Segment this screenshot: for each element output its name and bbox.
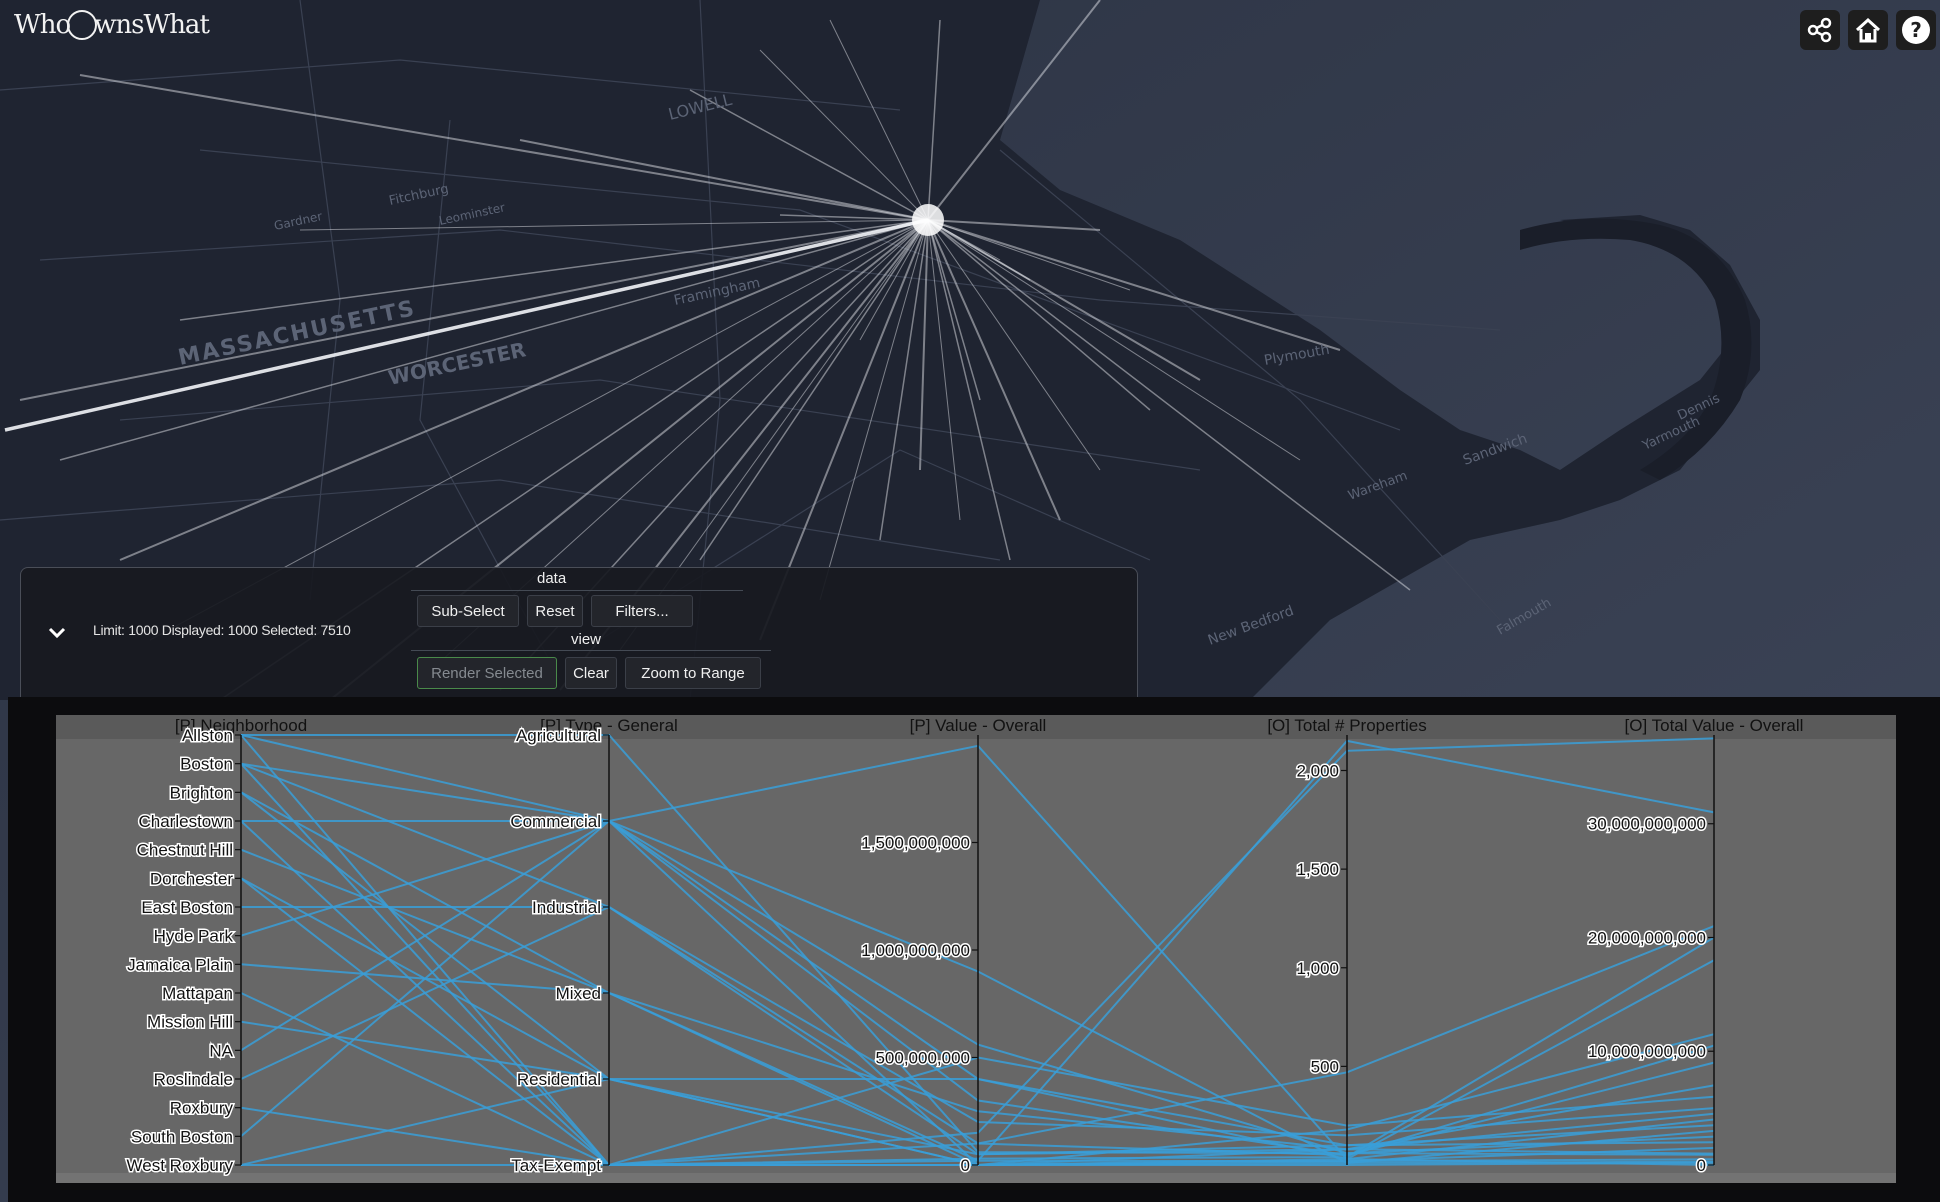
tick-label: Mattapan — [162, 984, 233, 1003]
tick-label: 500 — [1311, 1057, 1339, 1076]
tick-label: 30,000,000,000 — [1588, 815, 1706, 834]
reset-button[interactable]: Reset — [527, 595, 583, 627]
tick-label: 1,000 — [1296, 959, 1339, 978]
footer-band — [56, 1173, 1896, 1183]
render-selected-button[interactable]: Render Selected — [417, 657, 557, 689]
tick-label: Tax-Exempt — [511, 1156, 601, 1175]
app-logo[interactable]: Who wnsWhat — [14, 10, 210, 40]
top-toolbar: ? — [1800, 10, 1936, 50]
tick-label: Dorchester — [150, 869, 233, 888]
tick-label: South Boston — [131, 1127, 233, 1146]
tick-label: Allston — [182, 726, 233, 745]
data-group-divider — [411, 590, 743, 591]
parallel-coordinates-chart[interactable]: [P] NeighborhoodAllstonBostonBrightonCha… — [8, 697, 1940, 1202]
tick-label: Residential — [517, 1070, 601, 1089]
tick-label: 1,500,000,000 — [861, 834, 970, 853]
tick-label: 10,000,000,000 — [1588, 1042, 1706, 1061]
sub-select-button[interactable]: Sub-Select — [417, 595, 519, 627]
zoom-to-range-button[interactable]: Zoom to Range — [625, 657, 761, 689]
tick-label: Brighton — [170, 783, 233, 802]
home-button[interactable] — [1848, 10, 1888, 50]
tick-label: Commercial — [510, 812, 601, 831]
tick-label: 20,000,000,000 — [1588, 928, 1706, 947]
view-group-label: view — [571, 631, 602, 648]
tick-label: Chestnut Hill — [137, 841, 233, 860]
chevron-down-icon[interactable] — [45, 621, 69, 645]
view-group-divider — [411, 650, 771, 651]
axis-title: [O] Total # Properties — [1267, 716, 1426, 735]
tick-label: 500,000,000 — [875, 1049, 970, 1068]
share-icon — [1807, 17, 1832, 43]
home-icon — [1855, 17, 1881, 43]
tick-label: Hyde Park — [154, 927, 234, 946]
selection-status: Limit: 1000 Displayed: 1000 Selected: 75… — [93, 622, 351, 638]
tick-label: West Roxbury — [127, 1156, 234, 1175]
help-icon: ? — [1902, 16, 1930, 44]
logo-text-right: wnsWhat — [94, 10, 210, 40]
logo-text-left: Who — [14, 10, 71, 40]
data-group-label: data — [537, 570, 567, 587]
tick-label: Mixed — [556, 984, 601, 1003]
filters-button[interactable]: Filters... — [591, 595, 693, 627]
control-panel: Limit: 1000 Displayed: 1000 Selected: 75… — [20, 567, 1138, 697]
tick-label: Industrial — [532, 898, 601, 917]
tick-label: 2,000 — [1296, 762, 1339, 781]
share-button[interactable] — [1800, 10, 1840, 50]
axis-title: [O] Total Value - Overall — [1625, 716, 1804, 735]
logo-globe-icon — [67, 10, 98, 40]
clear-button[interactable]: Clear — [565, 657, 617, 689]
tick-label: 0 — [1697, 1156, 1706, 1175]
tick-label: NA — [209, 1041, 233, 1060]
svg-text:?: ? — [1910, 18, 1922, 42]
parallel-coordinates-panel: [P] Neighborhood Allston Boston Brighton Cha… — [8, 697, 1940, 1202]
boston-hub — [912, 204, 944, 236]
tick-label: Charlestown — [139, 812, 234, 831]
tick-label: Boston — [180, 755, 233, 774]
tick-label: 0 — [961, 1156, 970, 1175]
help-button[interactable]: ? — [1896, 10, 1936, 50]
tick-label: Mission Hill — [147, 1013, 233, 1032]
tick-label: 1,000,000,000 — [861, 941, 970, 960]
tick-label: East Boston — [141, 898, 233, 917]
tick-label: Jamaica Plain — [127, 955, 233, 974]
tick-label: Agricultural — [516, 726, 601, 745]
axis-title: [P] Value - Overall — [910, 716, 1047, 735]
tick-label: Roslindale — [154, 1070, 233, 1089]
tick-label: 1,500 — [1296, 860, 1339, 879]
tick-label: Roxbury — [170, 1099, 234, 1118]
